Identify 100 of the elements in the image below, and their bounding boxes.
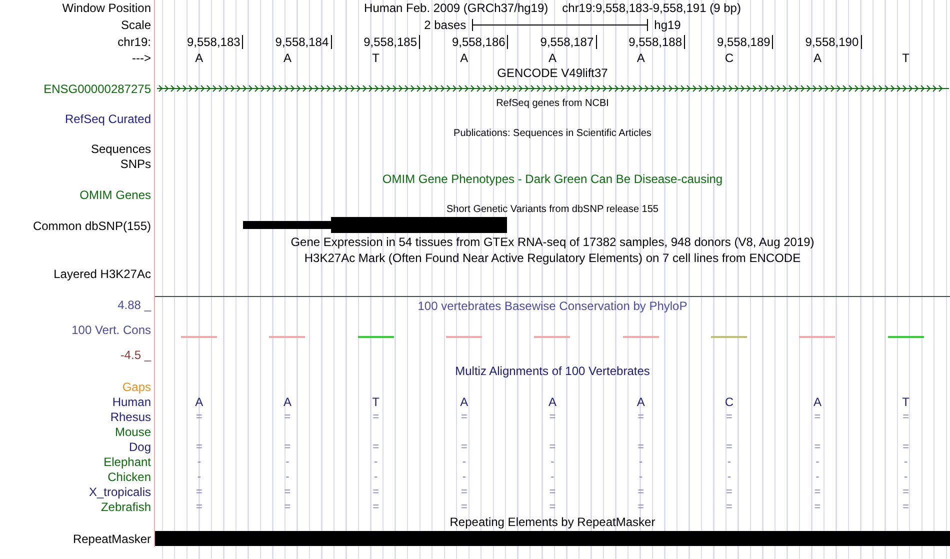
base-letter: T [901,50,910,64]
track-label[interactable]: Elephant [104,454,151,468]
track-label[interactable]: Rhesus [110,410,151,424]
alignment-base: C [724,394,734,408]
position-label: 9,558,188 [628,34,682,48]
track-label[interactable]: OMIM Genes [80,188,151,202]
alignment-base: = [460,410,468,424]
alignment-base: = [813,440,822,454]
track-title: Short Genetic Variants from dbSNP release 155 [446,204,658,215]
position-label: 9,558,187 [540,34,594,48]
alignment-base: = [636,410,646,424]
alignment-base: = [548,500,557,514]
track-label[interactable]: Human [112,394,151,408]
position-label: 9,558,184 [275,34,329,48]
alignment-base: - [284,470,290,484]
alignment-base: - [461,454,467,468]
track-title: RefSeq genes from NCBI [496,98,609,109]
track-label[interactable]: 100 Vert. Cons [72,323,151,337]
track-title: GENCODE V49lift37 [497,66,608,80]
tick-mark [860,34,862,48]
alignment-base: = [724,440,734,454]
alignment-base: - [814,470,820,484]
track-label[interactable]: RefSeq Curated [64,112,151,126]
track-label[interactable]: Mouse [114,424,151,438]
alignment-base: T [371,394,380,408]
track-title: Publications: Sequences in Scientific Articles [454,128,652,139]
track-label[interactable]: Chicken [108,470,151,484]
alignment-base: = [194,440,204,454]
alignment-base: A [282,394,292,408]
variant-drawing[interactable] [243,217,507,233]
gene-strand-line[interactable] [156,85,949,92]
track-label[interactable]: Dog [128,440,151,454]
position-label: 9,558,185 [364,34,417,48]
position-label: 9,558,190 [805,34,859,48]
alignment-base: = [283,484,292,498]
alignment-base: = [636,484,646,498]
alignment-base: A [547,394,558,408]
track-label[interactable]: RepeatMasker [72,532,151,546]
alignment-base: = [460,484,468,498]
base-letter: A [547,50,558,64]
tick-mark [507,34,508,48]
alignment-base: A [812,394,822,408]
alignment-base: - [284,454,290,468]
row-label: Window Position [62,1,151,15]
position-label: 9,558,186 [452,34,506,48]
alignment-base: T [901,394,910,408]
alignment-base: A [459,394,470,408]
alignment-base: = [548,410,557,424]
position-text: chr19:9,558,183-9,558,191 (9 bp) [562,1,741,15]
track-label[interactable]: Layered H3K27Ac [54,266,151,280]
alignment-base: - [726,454,732,468]
axis-max-label: 4.88 _ [118,298,151,312]
alignment-base: - [196,470,202,484]
base-letter: T [371,50,380,64]
alignment-base: = [902,410,910,424]
track-label[interactable]: X_tropicalis [88,484,151,498]
alignment-base: = [460,500,468,514]
tick-mark [684,34,685,48]
track-label[interactable]: Zebrafish [100,500,151,514]
strand-label: ---> [132,50,151,64]
tick-mark [242,34,244,48]
alignment-base: = [724,500,734,514]
alignment-base: = [548,484,557,498]
alignment-base: = [902,440,910,454]
alignment-base: A [194,394,204,408]
alignment-base: - [902,454,909,468]
track-title: OMIM Gene Phenotypes - Dark Green Can Be Disease-causing [382,172,723,186]
alignment-base: - [550,454,556,468]
track-label[interactable]: Common dbSNP(155) [32,218,151,232]
track-title: 100 vertebrates Basewise Conservation by PhyloP [416,299,688,313]
axis-min-label: -4.5 _ [120,348,151,362]
track-title: H3K27Ac Mark (Often Found Near Active Regulatory Elements) on 7 cell lines from ENCODE [304,251,801,265]
base-letter: A [812,50,822,64]
alignment-base: = [902,500,910,514]
alignment-base: = [194,410,204,424]
alignment-base: - [550,470,556,484]
base-letter: A [636,50,646,64]
tick-mark [596,34,597,48]
alignment-base: - [726,470,732,484]
alignment-base: - [638,454,644,468]
track-title: Repeating Elements by RepeatMasker [450,515,656,529]
tick-mark [330,34,332,48]
track-label[interactable]: Sequences [90,142,151,156]
assembly-title: Human Feb. 2009 (GRCh37/hg19) [364,1,548,15]
base-letter: A [459,50,470,64]
alignment-base: = [194,500,204,514]
alignment-base: = [636,440,646,454]
tick-mark [419,34,420,48]
alignment-base: = [813,500,822,514]
alignment-base: - [196,454,202,468]
track-label[interactable]: SNPs [120,156,151,170]
alignment-base: = [372,440,380,454]
alignment-base: = [372,500,380,514]
track-label[interactable]: ENSG00000287275 [44,82,151,96]
alignment-base: = [548,440,557,454]
alignment-base: = [283,500,292,514]
alignment-base: = [194,484,204,498]
assembly-text: hg19 [654,18,681,32]
alignment-base: = [283,440,292,454]
position-label: 9,558,189 [716,34,770,48]
